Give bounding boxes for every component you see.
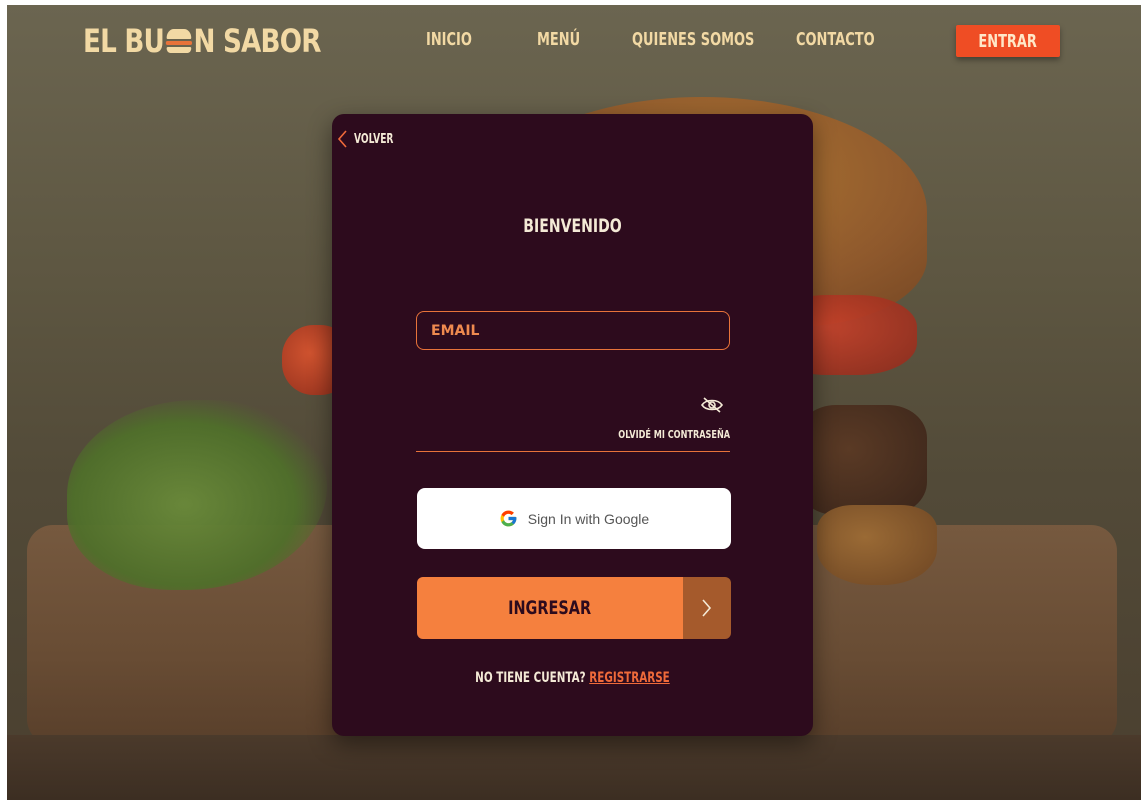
nav-inicio[interactable]: INICIO xyxy=(426,29,472,50)
burger-bun-bottom xyxy=(817,505,937,585)
email-field[interactable] xyxy=(416,311,730,350)
login-card: VOLVER BIENVENIDO OLVIDÉ MI CONTRASEÑA S… xyxy=(332,114,813,736)
no-account-text: NO TIENE CUENTA? xyxy=(475,670,586,686)
nav-quienes-somos[interactable]: QUIENES SOMOS xyxy=(632,29,754,50)
site-header: EL BU N SABOR INICIO MENÚ QUIENES SOMOS … xyxy=(7,5,1141,85)
back-label: VOLVER xyxy=(354,131,394,147)
login-title-text: BIENVENIDO xyxy=(523,215,622,237)
burger-patty xyxy=(797,405,927,515)
password-field-wrapper: OLVIDÉ MI CONTRASEÑA xyxy=(416,384,730,452)
chevron-right-icon xyxy=(702,599,712,617)
ingresar-button[interactable]: INGRESAR xyxy=(417,577,731,639)
entrar-button-label: ENTRAR xyxy=(978,30,1038,52)
burger-icon xyxy=(165,29,192,53)
nav-menu[interactable]: MENÚ xyxy=(537,29,580,50)
register-link[interactable]: REGISTRARSE xyxy=(589,670,669,686)
nav-contacto[interactable]: CONTACTO xyxy=(796,29,875,50)
google-icon xyxy=(500,510,517,527)
forgot-password-link[interactable]: OLVIDÉ MI CONTRASEÑA xyxy=(618,428,730,441)
eye-slash-icon[interactable] xyxy=(700,396,724,414)
logo-text-suffix: N SABOR xyxy=(193,22,322,60)
entrar-button[interactable]: ENTRAR xyxy=(956,25,1060,57)
ingresar-button-main: INGRESAR xyxy=(417,577,683,639)
brand-logo[interactable]: EL BU N SABOR xyxy=(83,22,321,60)
google-signin-button[interactable]: Sign In with Google xyxy=(417,488,731,549)
register-row: NO TIENE CUENTA? REGISTRARSE xyxy=(332,670,813,686)
login-title: BIENVENIDO xyxy=(332,215,813,237)
ingresar-label: INGRESAR xyxy=(508,597,592,619)
ingresar-arrow xyxy=(683,577,731,639)
back-button[interactable]: VOLVER xyxy=(337,130,410,148)
chevron-left-icon xyxy=(337,130,347,148)
background-scene: EL BU N SABOR INICIO MENÚ QUIENES SOMOS … xyxy=(7,5,1141,800)
google-signin-label: Sign In with Google xyxy=(527,510,650,527)
logo-text-prefix: EL BU xyxy=(83,22,165,60)
table-surface xyxy=(7,735,1141,800)
password-field[interactable] xyxy=(416,388,686,418)
